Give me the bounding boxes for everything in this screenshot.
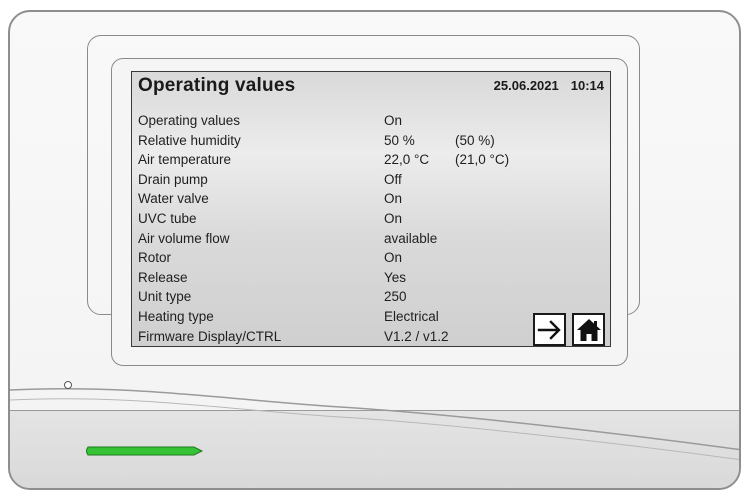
row-value: V1.2 / v1.2 — [384, 328, 449, 344]
row-value: 250 — [384, 289, 407, 305]
row-value: On — [384, 113, 403, 128]
row-value: 50 % — [384, 132, 415, 148]
arrow-right-icon — [537, 319, 561, 340]
indicator-dot — [64, 381, 72, 389]
row-value: 22,0 °C — [384, 152, 430, 168]
list-item: Rotor On — [138, 248, 610, 268]
datetime: 25.06.2021 10:14 — [494, 78, 604, 93]
row-value: available — [384, 230, 438, 246]
row-label: Operating values — [138, 113, 241, 128]
row-label: Rotor — [138, 250, 172, 266]
row-label: Heating type — [138, 308, 214, 324]
row-label: Air temperature — [138, 152, 232, 168]
status-led — [86, 446, 204, 456]
list-item: Air temperature 22,0 °C (21,0 °C) — [138, 150, 610, 170]
row-label: Air volume flow — [138, 230, 230, 246]
row-setpoint: (50 %) — [455, 132, 495, 148]
list-item: Relative humidity 50 % (50 %) — [138, 131, 610, 151]
list-item: Release Yes — [138, 268, 610, 288]
row-value: On — [384, 210, 403, 226]
row-value: On — [384, 191, 403, 207]
display-screen: Operating values 25.06.2021 10:14 Operati… — [131, 71, 611, 347]
row-value: On — [384, 250, 403, 266]
row-value: Electrical — [384, 308, 439, 324]
row-label: Water valve — [138, 191, 209, 207]
time-text: 10:14 — [570, 78, 604, 93]
row-label: UVC tube — [138, 210, 197, 226]
list-item: Operating values On — [138, 111, 610, 131]
row-label: Release — [138, 269, 188, 285]
row-value: Yes — [384, 269, 407, 285]
page-title: Operating values — [138, 75, 296, 96]
row-label: Unit type — [138, 289, 192, 305]
row-setpoint: (21,0 °C) — [455, 152, 510, 168]
date-text: 25.06.2021 — [493, 78, 559, 93]
values-list: Operating values On Relative humidity 50 %… — [138, 111, 610, 346]
list-item: UVC tube On — [138, 209, 610, 229]
list-item: Unit type 250 — [138, 287, 610, 307]
row-label: Drain pump — [138, 171, 208, 187]
home-button[interactable] — [572, 313, 605, 346]
row-label: Firmware Display/CTRL — [138, 328, 282, 344]
list-item: Drain pump Off — [138, 170, 610, 190]
home-icon — [576, 318, 601, 341]
row-value: Off — [384, 171, 402, 187]
list-item: Water valve On — [138, 189, 610, 209]
row-label: Relative humidity — [138, 132, 241, 148]
next-button[interactable] — [533, 313, 566, 346]
list-item: Air volume flow available — [138, 229, 610, 249]
